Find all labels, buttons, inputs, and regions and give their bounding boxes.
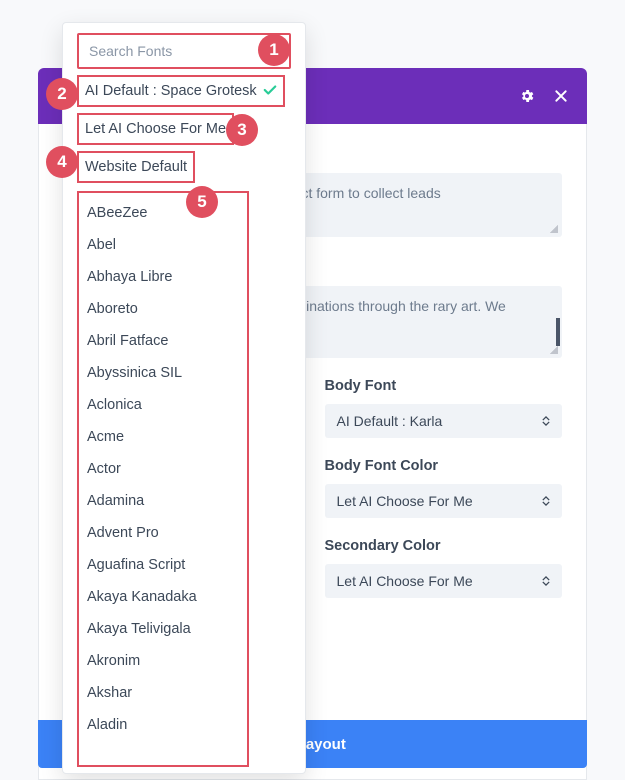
secondary-color-select[interactable]: Let AI Choose For Me xyxy=(325,564,563,598)
callout-badge-2: 2 xyxy=(46,78,78,110)
font-option[interactable]: Actor xyxy=(79,453,247,485)
font-option[interactable]: Akronim xyxy=(79,645,247,677)
body-font-color-value: Let AI Choose For Me xyxy=(337,493,473,509)
font-option[interactable]: Akaya Kanadaka xyxy=(79,581,247,613)
callout-badge-1: 1 xyxy=(258,34,290,66)
callout-badge-5: 5 xyxy=(186,186,218,218)
font-option[interactable]: Aclonica xyxy=(79,389,247,421)
font-option[interactable]: Abyssinica SIL xyxy=(79,357,247,389)
option-ai-default-label: AI Default : Space Grotesk xyxy=(85,83,257,99)
body-font-select[interactable]: AI Default : Karla xyxy=(325,404,563,438)
scroll-indicator xyxy=(556,318,560,346)
font-option[interactable]: Abril Fatface xyxy=(79,325,247,357)
option-let-ai-choose[interactable]: Let AI Choose For Me xyxy=(77,113,234,145)
font-option[interactable]: Acme xyxy=(79,421,247,453)
font-option[interactable]: ABeeZee xyxy=(79,197,247,229)
font-option[interactable]: Aladin xyxy=(79,709,247,741)
option-let-ai-choose-label: Let AI Choose For Me xyxy=(85,121,226,137)
option-website-default-label: Website Default xyxy=(85,159,187,175)
option-website-default[interactable]: Website Default xyxy=(77,151,195,183)
chevron-updown-icon xyxy=(542,496,550,506)
option-ai-default[interactable]: AI Default : Space Grotesk xyxy=(77,75,285,107)
callout-badge-3: 3 xyxy=(226,114,258,146)
font-option[interactable]: Adamina xyxy=(79,485,247,517)
font-option[interactable]: Abel xyxy=(79,229,247,261)
close-icon[interactable] xyxy=(553,88,569,104)
gear-icon[interactable] xyxy=(519,88,535,104)
chevron-updown-icon xyxy=(542,416,550,426)
secondary-color-value: Let AI Choose For Me xyxy=(337,573,473,589)
chevron-updown-icon xyxy=(542,576,550,586)
body-font-color-select[interactable]: Let AI Choose For Me xyxy=(325,484,563,518)
body-font-label: Body Font xyxy=(325,378,563,394)
font-option[interactable]: Aguafina Script xyxy=(79,549,247,581)
body-font-color-label: Body Font Color xyxy=(325,458,563,474)
font-option[interactable]: Advent Pro xyxy=(79,517,247,549)
check-icon xyxy=(263,83,277,99)
font-option[interactable]: Akaya Telivigala xyxy=(79,613,247,645)
secondary-color-label: Secondary Color xyxy=(325,538,563,554)
font-list-highlight-box: ABeeZee Abel Abhaya Libre Aboreto Abril … xyxy=(77,191,249,767)
callout-badge-4: 4 xyxy=(46,146,78,178)
font-dropdown-panel: AI Default : Space Grotesk Let AI Choose… xyxy=(62,22,306,774)
font-option[interactable]: Abhaya Libre xyxy=(79,261,247,293)
body-font-value: AI Default : Karla xyxy=(337,413,443,429)
font-option[interactable]: Akshar xyxy=(79,677,247,709)
font-option[interactable]: Aboreto xyxy=(79,293,247,325)
right-column: Body Font AI Default : Karla Body Font C… xyxy=(325,378,563,598)
